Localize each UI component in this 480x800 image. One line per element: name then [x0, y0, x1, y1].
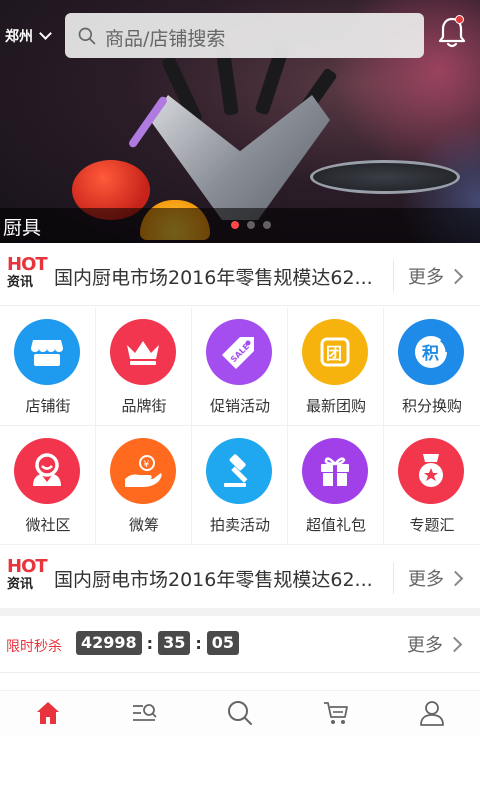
- more-label: 更多: [408, 267, 444, 288]
- category-item-points-exchange[interactable]: 积 积分换购: [384, 307, 480, 426]
- pan-image: [310, 160, 460, 194]
- city-label: 郑州: [5, 29, 33, 45]
- more-button[interactable]: 更多: [393, 260, 464, 292]
- category-label: 积分换购: [401, 397, 462, 415]
- hot-logo-text: HOT: [7, 254, 48, 275]
- category-label: 微社区: [25, 516, 71, 534]
- svg-text:¥: ¥: [144, 460, 150, 470]
- svg-text:团: 团: [326, 344, 342, 363]
- pagination-dot-active[interactable]: [231, 221, 239, 229]
- category-label: 拍卖活动: [209, 516, 270, 534]
- chevron-right-icon: [447, 268, 464, 284]
- flash-sale-more-button[interactable]: 更多: [393, 628, 463, 660]
- news-headline[interactable]: 国内厨电市场2016年零售规模达62...: [54, 565, 389, 592]
- more-button[interactable]: 更多: [393, 562, 464, 594]
- countdown-hours: 42998: [76, 631, 142, 655]
- bottom-tab-bar: [0, 690, 480, 735]
- category-item-promotion[interactable]: SALE 促销活动: [192, 307, 288, 426]
- category-label: 微筹: [128, 516, 159, 534]
- category-item-brand-street[interactable]: 品牌街: [96, 307, 192, 426]
- countdown-minutes: 35: [158, 631, 191, 655]
- community-icon: [14, 438, 80, 504]
- svg-text:积: 积: [422, 344, 439, 364]
- chevron-down-icon: [39, 27, 52, 40]
- tab-home[interactable]: [0, 691, 96, 735]
- countdown-timer: 42998 : 35 : 05: [76, 631, 240, 655]
- category-label: 超值礼包: [305, 516, 366, 534]
- notification-badge: [455, 15, 464, 24]
- category-label: 品牌街: [121, 397, 167, 415]
- store-icon: [14, 319, 80, 385]
- chevron-right-icon: [446, 636, 463, 652]
- hot-news-logo: HOT 资讯: [7, 254, 48, 296]
- category-item-topic-collection[interactable]: 专题汇: [384, 426, 480, 545]
- category-label: 最新团购: [305, 397, 366, 415]
- category-label: 专题汇: [409, 516, 455, 534]
- points-icon: 积: [398, 319, 464, 385]
- tab-category[interactable]: [96, 691, 192, 735]
- category-item-auction[interactable]: 拍卖活动: [192, 426, 288, 545]
- home-icon: [37, 702, 59, 724]
- chevron-right-icon: [447, 570, 464, 586]
- tab-profile[interactable]: [384, 691, 480, 735]
- category-icon: [133, 704, 157, 721]
- flash-sale-section: 限时秒杀 42998 : 35 : 05 更多: [0, 616, 480, 673]
- category-item-group-buy[interactable]: 团 最新团购: [288, 307, 384, 426]
- pagination-dot[interactable]: [263, 221, 271, 229]
- tab-cart[interactable]: [288, 691, 384, 735]
- countdown-separator: :: [195, 633, 202, 653]
- crowdfund-icon: ¥: [110, 438, 176, 504]
- crown-icon: [110, 319, 176, 385]
- category-grid: 店铺街 品牌街 SALE 促销活动 团 最新团购 积 积分换购 微社区 ¥ 微筹…: [0, 307, 480, 545]
- search-icon: [228, 701, 252, 725]
- flash-sale-label: 限时秒杀: [6, 639, 62, 655]
- category-label: 店铺街: [25, 397, 71, 415]
- category-item-gift-pack[interactable]: 超值礼包: [288, 426, 384, 545]
- pagination-dot[interactable]: [247, 221, 255, 229]
- hot-news-logo: HOT 资讯: [7, 556, 48, 598]
- group-buy-icon: 团: [302, 319, 368, 385]
- search-icon: [78, 27, 96, 45]
- cart-icon: [324, 702, 348, 724]
- auction-icon: [206, 438, 272, 504]
- category-item-crowdfunding[interactable]: ¥ 微筹: [96, 426, 192, 545]
- gift-icon: [302, 438, 368, 504]
- more-label: 更多: [408, 569, 444, 590]
- search-placeholder: 商品/店铺搜索: [105, 28, 226, 50]
- category-label: 促销活动: [209, 397, 270, 415]
- more-label: 更多: [407, 635, 443, 656]
- user-icon: [420, 701, 444, 726]
- category-item-store-street[interactable]: 店铺街: [0, 307, 96, 426]
- countdown-seconds: 05: [206, 631, 240, 655]
- banner-pagination: [231, 221, 271, 229]
- city-selector[interactable]: 郑州: [5, 26, 52, 46]
- category-item-community[interactable]: 微社区: [0, 426, 96, 545]
- topic-medal-icon: [398, 438, 464, 504]
- news-ticker[interactable]: HOT 资讯 国内厨电市场2016年零售规模达62... 更多: [0, 548, 480, 608]
- banner-caption: 厨具: [3, 217, 42, 239]
- tab-search[interactable]: [192, 691, 288, 735]
- sale-tag-icon: SALE: [206, 319, 272, 385]
- countdown-separator: :: [146, 633, 154, 653]
- news-ticker[interactable]: HOT 资讯 国内厨电市场2016年零售规模达62... 更多: [0, 246, 480, 306]
- search-input[interactable]: 商品/店铺搜索: [65, 13, 424, 58]
- section-divider: [0, 608, 480, 616]
- hot-logo-text: HOT: [7, 556, 48, 577]
- news-headline[interactable]: 国内厨电市场2016年零售规模达62...: [54, 263, 389, 290]
- news-logo-text: 资讯: [7, 577, 34, 592]
- news-logo-text: 资讯: [7, 275, 34, 290]
